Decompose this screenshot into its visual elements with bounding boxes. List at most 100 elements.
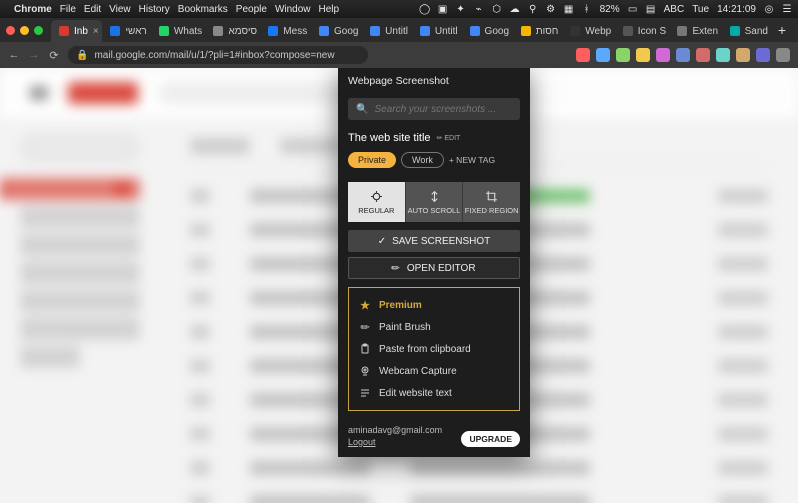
extension-icon[interactable]: [656, 48, 670, 62]
extension-icon[interactable]: [696, 48, 710, 62]
tray-icon[interactable]: ✦: [456, 4, 466, 14]
tray-icon[interactable]: ⚙: [546, 4, 556, 14]
tab-label: ראשי: [125, 26, 146, 37]
favicon: [677, 26, 687, 36]
webcam-icon: [359, 365, 371, 377]
notifications-icon[interactable]: ☰: [782, 4, 792, 14]
new-tab-button[interactable]: +: [772, 22, 792, 38]
crop-icon: [485, 190, 498, 203]
tab-label: Icon S: [638, 26, 666, 37]
extension-icon[interactable]: [636, 48, 650, 62]
reload-button[interactable]: ⟳: [48, 49, 60, 62]
siri-icon[interactable]: ◎: [764, 4, 774, 14]
close-tab-icon[interactable]: ×: [93, 26, 99, 37]
menu-bookmarks[interactable]: Bookmarks: [178, 4, 228, 15]
extension-icon[interactable]: [776, 48, 790, 62]
menu-file[interactable]: File: [60, 4, 76, 15]
browser-tab[interactable]: Goog: [311, 20, 362, 42]
edit-title-button[interactable]: ✎ EDIT: [437, 134, 461, 142]
tray-icon[interactable]: ⌁: [474, 4, 484, 14]
tray-icon[interactable]: ⬡: [492, 4, 502, 14]
favicon: [521, 26, 531, 36]
premium-paint[interactable]: ✎ Paint Brush: [349, 316, 519, 338]
app-name[interactable]: Chrome: [14, 4, 52, 15]
favicon: [470, 26, 480, 36]
input-locale[interactable]: ABC: [664, 4, 685, 15]
browser-tab[interactable]: Webp: [562, 20, 615, 42]
tag-work[interactable]: Work: [401, 152, 444, 168]
mode-regular[interactable]: REGULAR: [348, 182, 406, 222]
extension-icon[interactable]: [596, 48, 610, 62]
chrome-tabstrip: Inb×ראשיWhatsסיסמאMessGoogUntitlUntitlGo…: [0, 18, 798, 42]
battery-icon[interactable]: ▭: [628, 4, 638, 14]
menu-people[interactable]: People: [236, 4, 267, 15]
menu-help[interactable]: Help: [319, 4, 340, 15]
menu-edit[interactable]: Edit: [84, 4, 101, 15]
browser-tab[interactable]: Icon S: [615, 20, 670, 42]
mode-fixedregion-label: FIXED REGION: [465, 206, 519, 215]
tag-private[interactable]: Private: [348, 152, 396, 168]
browser-tab[interactable]: Inb×: [51, 20, 102, 42]
tab-label: Exten: [692, 26, 718, 37]
account-email: aminadavg@gmail.com: [348, 425, 442, 435]
browser-tab[interactable]: Mess: [260, 20, 311, 42]
extension-icon[interactable]: [616, 48, 630, 62]
regular-icon: [370, 190, 383, 203]
tab-label: Goog: [485, 26, 509, 37]
upgrade-button[interactable]: UPGRADE: [461, 431, 520, 447]
back-button[interactable]: ←: [8, 49, 20, 61]
extension-icon[interactable]: [676, 48, 690, 62]
favicon: [319, 26, 329, 36]
menu-view[interactable]: View: [109, 4, 131, 15]
tray-icon[interactable]: ◯: [420, 4, 430, 14]
premium-edit-text[interactable]: Edit website text: [349, 382, 519, 404]
forward-button[interactable]: →: [28, 49, 40, 61]
browser-tab[interactable]: Whats: [151, 20, 206, 42]
clock-day: Tue: [692, 4, 709, 15]
mode-autoscroll[interactable]: AUTO SCROLL: [406, 182, 464, 222]
tab-label: Webp: [585, 26, 611, 37]
search-field[interactable]: 🔍: [348, 98, 520, 120]
extension-popup: Webpage Screenshot 🔍 The web site title …: [338, 68, 530, 457]
premium-box: ★ Premium ✎ Paint Brush Paste from clipb…: [348, 287, 520, 411]
browser-tab[interactable]: Sand: [722, 20, 772, 42]
tray-icon[interactable]: ☁: [510, 4, 520, 14]
menu-history[interactable]: History: [139, 4, 170, 15]
open-editor-button[interactable]: ✎ OPEN EDITOR: [348, 257, 520, 279]
extension-icon[interactable]: [576, 48, 590, 62]
premium-paste[interactable]: Paste from clipboard: [349, 338, 519, 360]
extension-icon[interactable]: [736, 48, 750, 62]
save-screenshot-button[interactable]: ✓ SAVE SCREENSHOT: [348, 230, 520, 252]
edit-label: EDIT: [444, 135, 460, 142]
browser-tab[interactable]: Untitl: [362, 20, 412, 42]
extension-icon[interactable]: [716, 48, 730, 62]
maximize-window[interactable]: [34, 26, 43, 35]
premium-webcam[interactable]: Webcam Capture: [349, 360, 519, 382]
extension-icon[interactable]: [756, 48, 770, 62]
browser-tab[interactable]: חסות: [513, 20, 563, 42]
bluetooth-icon[interactable]: ᚼ: [582, 4, 592, 14]
address-bar[interactable]: 🔒 mail.google.com/mail/u/1/?pli=1#inbox?…: [68, 46, 368, 64]
mode-fixedregion[interactable]: FIXED REGION: [463, 182, 520, 222]
search-icon: 🔍: [356, 104, 368, 115]
menu-window[interactable]: Window: [275, 4, 311, 15]
keyboard-icon[interactable]: ▤: [646, 4, 656, 14]
logout-link[interactable]: Logout: [348, 437, 442, 447]
close-window[interactable]: [6, 26, 15, 35]
tray-icon[interactable]: ▦: [564, 4, 574, 14]
minimize-window[interactable]: [20, 26, 29, 35]
new-tag-button[interactable]: + NEW TAG: [449, 155, 495, 165]
save-label: SAVE SCREENSHOT: [392, 236, 490, 247]
tab-label: Untitl: [385, 26, 408, 37]
tray-icon[interactable]: ⚲: [528, 4, 538, 14]
browser-tab[interactable]: Untitl: [412, 20, 462, 42]
search-input[interactable]: [374, 104, 512, 115]
mac-menubar: Chrome File Edit View History Bookmarks …: [0, 0, 798, 18]
browser-tab[interactable]: Exten: [669, 20, 721, 42]
tray-icon[interactable]: ▣: [438, 4, 448, 14]
premium-head-label: Premium: [379, 300, 422, 311]
browser-tab[interactable]: סיסמא: [205, 20, 260, 42]
browser-tab[interactable]: ראשי: [102, 20, 150, 42]
browser-tab[interactable]: Goog: [462, 20, 513, 42]
tab-label: סיסמא: [228, 26, 257, 37]
